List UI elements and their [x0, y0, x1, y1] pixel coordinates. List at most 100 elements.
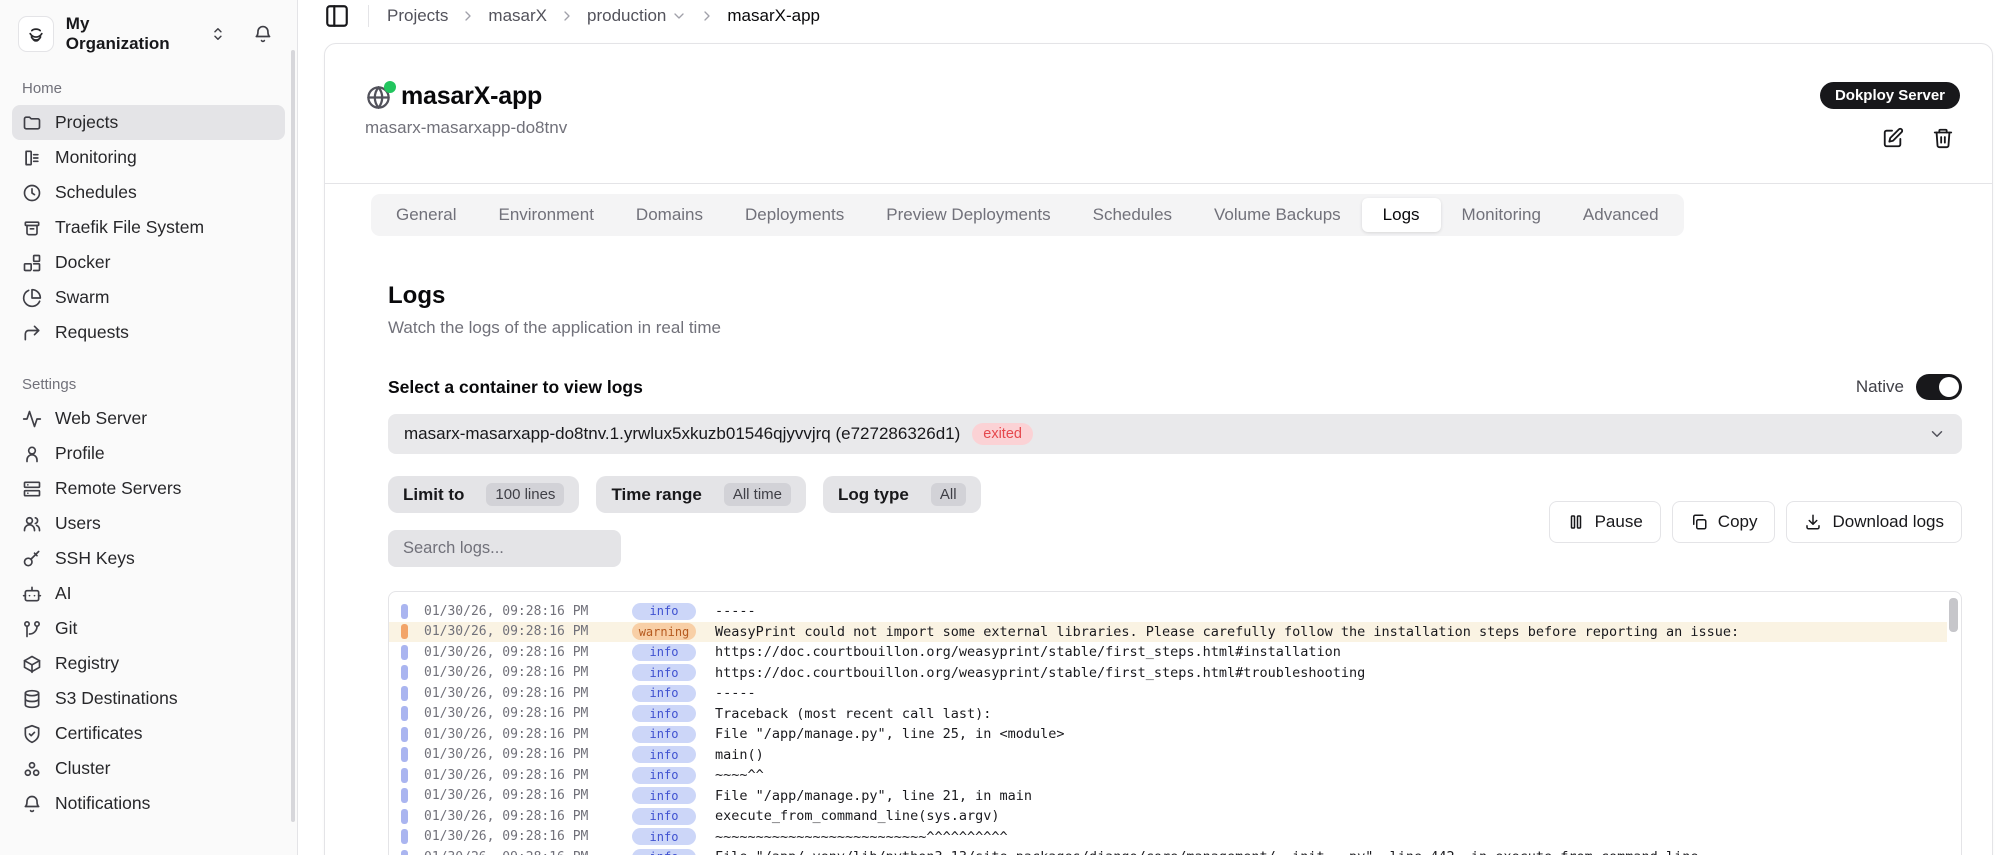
log-level-badge: info	[632, 746, 696, 763]
tab-deployments[interactable]: Deployments	[724, 198, 865, 232]
log-line: 01/30/26, 09:28:16 PMinfomain()	[389, 745, 1947, 766]
log-level-bar	[401, 809, 408, 824]
log-line: 01/30/26, 09:28:16 PMinfo~~~~~~~~~~~~~~~…	[389, 827, 1947, 848]
action-label: Copy	[1718, 512, 1758, 532]
sidebar-item-git[interactable]: Git	[12, 611, 285, 646]
sidebar-item-certificates[interactable]: Certificates	[12, 716, 285, 751]
tab-advanced[interactable]: Advanced	[1562, 198, 1680, 232]
sidebar-item-remote-servers[interactable]: Remote Servers	[12, 471, 285, 506]
filter-limit-to[interactable]: Limit to100 lines	[388, 476, 579, 513]
native-toggle[interactable]	[1916, 374, 1962, 400]
filter-label: Time range	[611, 485, 701, 505]
sidebar-item-profile[interactable]: Profile	[12, 436, 285, 471]
sidebar-item-notifications[interactable]: Notifications	[12, 786, 285, 821]
nav-section-label-settings: Settings	[22, 376, 285, 393]
breadcrumb: Projects masarX production masarX-app	[387, 6, 820, 26]
breadcrumb-separator-icon	[559, 8, 575, 24]
nav-section-label-home: Home	[22, 80, 285, 97]
sidebar-item-traefik-file-system[interactable]: Traefik File System	[12, 210, 285, 245]
organization-switcher[interactable]: My Organization	[10, 8, 287, 60]
download-logs-button[interactable]: Download logs	[1786, 501, 1962, 543]
log-level-bar	[401, 850, 408, 855]
log-timestamp: 01/30/26, 09:28:16 PM	[424, 809, 604, 824]
sidebar-item-label: SSH Keys	[55, 548, 135, 569]
cluster-icon	[22, 759, 42, 779]
breadcrumb-item-masarx[interactable]: masarX	[488, 6, 547, 26]
sidebar-item-requests[interactable]: Requests	[12, 315, 285, 350]
logs-toolbar: Limit to100 lines Time range All time Log t…	[388, 476, 1962, 567]
log-level-bar	[401, 706, 408, 721]
pause-button[interactable]: Pause	[1549, 501, 1661, 543]
log-level-bar	[401, 604, 408, 619]
sidebar-item-projects[interactable]: Projects	[12, 105, 285, 140]
filter-value-badge: 100 lines	[486, 483, 564, 506]
breadcrumb-label: masarX-app	[727, 6, 820, 26]
search-input[interactable]	[388, 530, 621, 567]
breadcrumb-item-masarx-app[interactable]: masarX-app	[727, 6, 820, 26]
tab-schedules[interactable]: Schedules	[1072, 198, 1193, 232]
folder-icon	[22, 113, 42, 133]
log-level-badge: info	[632, 603, 696, 620]
topbar-divider	[368, 5, 369, 27]
sidebar-item-registry[interactable]: Registry	[12, 646, 285, 681]
log-line: 01/30/26, 09:28:16 PMinfoTraceback (most…	[389, 704, 1947, 725]
edit-icon[interactable]	[1882, 127, 1904, 149]
app-root: My Organization HomeProjectsMonitoringSc…	[0, 0, 2013, 855]
log-level-bar	[401, 768, 408, 783]
tab-general[interactable]: General	[375, 198, 477, 232]
tab-volume-backups[interactable]: Volume Backups	[1193, 198, 1362, 232]
online-status-dot	[384, 81, 396, 93]
sidebar-item-ai[interactable]: AI	[12, 576, 285, 611]
tab-monitoring[interactable]: Monitoring	[1441, 198, 1562, 232]
bell-icon[interactable]	[253, 24, 273, 44]
log-line: 01/30/26, 09:28:16 PMinfohttps://doc.cou…	[389, 663, 1947, 684]
container-select[interactable]: masarx-masarxapp-do8tnv.1.yrwlux5xkuzb01…	[388, 414, 1962, 454]
key-icon	[22, 549, 42, 569]
sidebar-item-s3-destinations[interactable]: S3 Destinations	[12, 681, 285, 716]
sidebar-item-swarm[interactable]: Swarm	[12, 280, 285, 315]
tab-logs[interactable]: Logs	[1362, 198, 1441, 232]
log-level-badge: info	[632, 849, 696, 855]
log-message: -----	[715, 603, 756, 619]
breadcrumb-item-projects[interactable]: Projects	[387, 6, 448, 26]
log-line: 01/30/26, 09:28:16 PMinfo~~~~^^	[389, 765, 1947, 786]
log-line: 01/30/26, 09:28:16 PMinfoFile "/app/mana…	[389, 786, 1947, 807]
application-identity: masarX-app masarx-masarxapp-do8tnv	[365, 82, 567, 149]
filter-value-badge: All time	[724, 483, 791, 506]
log-message: https://doc.courtbouillon.org/weasyprint…	[715, 665, 1365, 681]
log-line: 01/30/26, 09:28:16 PMwarningWeasyPrint c…	[389, 622, 1947, 643]
tab-domains[interactable]: Domains	[615, 198, 724, 232]
log-timestamp: 01/30/26, 09:28:16 PM	[424, 665, 604, 680]
sidebar-item-label: Cluster	[55, 758, 110, 779]
sidebar-scrollbar[interactable]	[291, 50, 295, 822]
bell-icon	[22, 794, 42, 814]
trash-icon[interactable]	[1932, 127, 1954, 149]
filter-value-badge: All	[931, 483, 966, 506]
copy-button[interactable]: Copy	[1672, 501, 1776, 543]
forward-arrow-icon	[22, 323, 42, 343]
filter-time-range[interactable]: Time range All time	[596, 476, 806, 513]
sidebar-item-users[interactable]: Users	[12, 506, 285, 541]
log-timestamp: 01/30/26, 09:28:16 PM	[424, 788, 604, 803]
log-level-badge: info	[632, 644, 696, 661]
sidebar-item-schedules[interactable]: Schedules	[12, 175, 285, 210]
header-right: Dokploy Server	[1820, 82, 1962, 149]
tab-environment[interactable]: Environment	[477, 198, 614, 232]
sidebar-item-monitoring[interactable]: Monitoring	[12, 140, 285, 175]
container-select-value: masarx-masarxapp-do8tnv.1.yrwlux5xkuzb01…	[404, 424, 960, 444]
breadcrumb-item-production[interactable]: production	[587, 6, 687, 26]
sidebar-item-docker[interactable]: Docker	[12, 245, 285, 280]
breadcrumb-separator-icon	[699, 8, 715, 24]
sidebar-item-cluster[interactable]: Cluster	[12, 751, 285, 786]
log-message: ~~~~^^	[715, 767, 764, 783]
filter-log-type[interactable]: Log typeAll	[823, 476, 981, 513]
sidebar-item-label: AI	[55, 583, 72, 604]
log-message: execute_from_command_line(sys.argv)	[715, 808, 999, 824]
sidebar-toggle-icon[interactable]	[324, 3, 350, 29]
chevrons-up-down-icon[interactable]	[209, 25, 227, 43]
tab-preview-deployments[interactable]: Preview Deployments	[865, 198, 1071, 232]
log-scrollbar[interactable]	[1949, 598, 1958, 632]
sidebar-item-web-server[interactable]: Web Server	[12, 401, 285, 436]
download-icon	[1804, 513, 1822, 531]
sidebar-item-ssh-keys[interactable]: SSH Keys	[12, 541, 285, 576]
